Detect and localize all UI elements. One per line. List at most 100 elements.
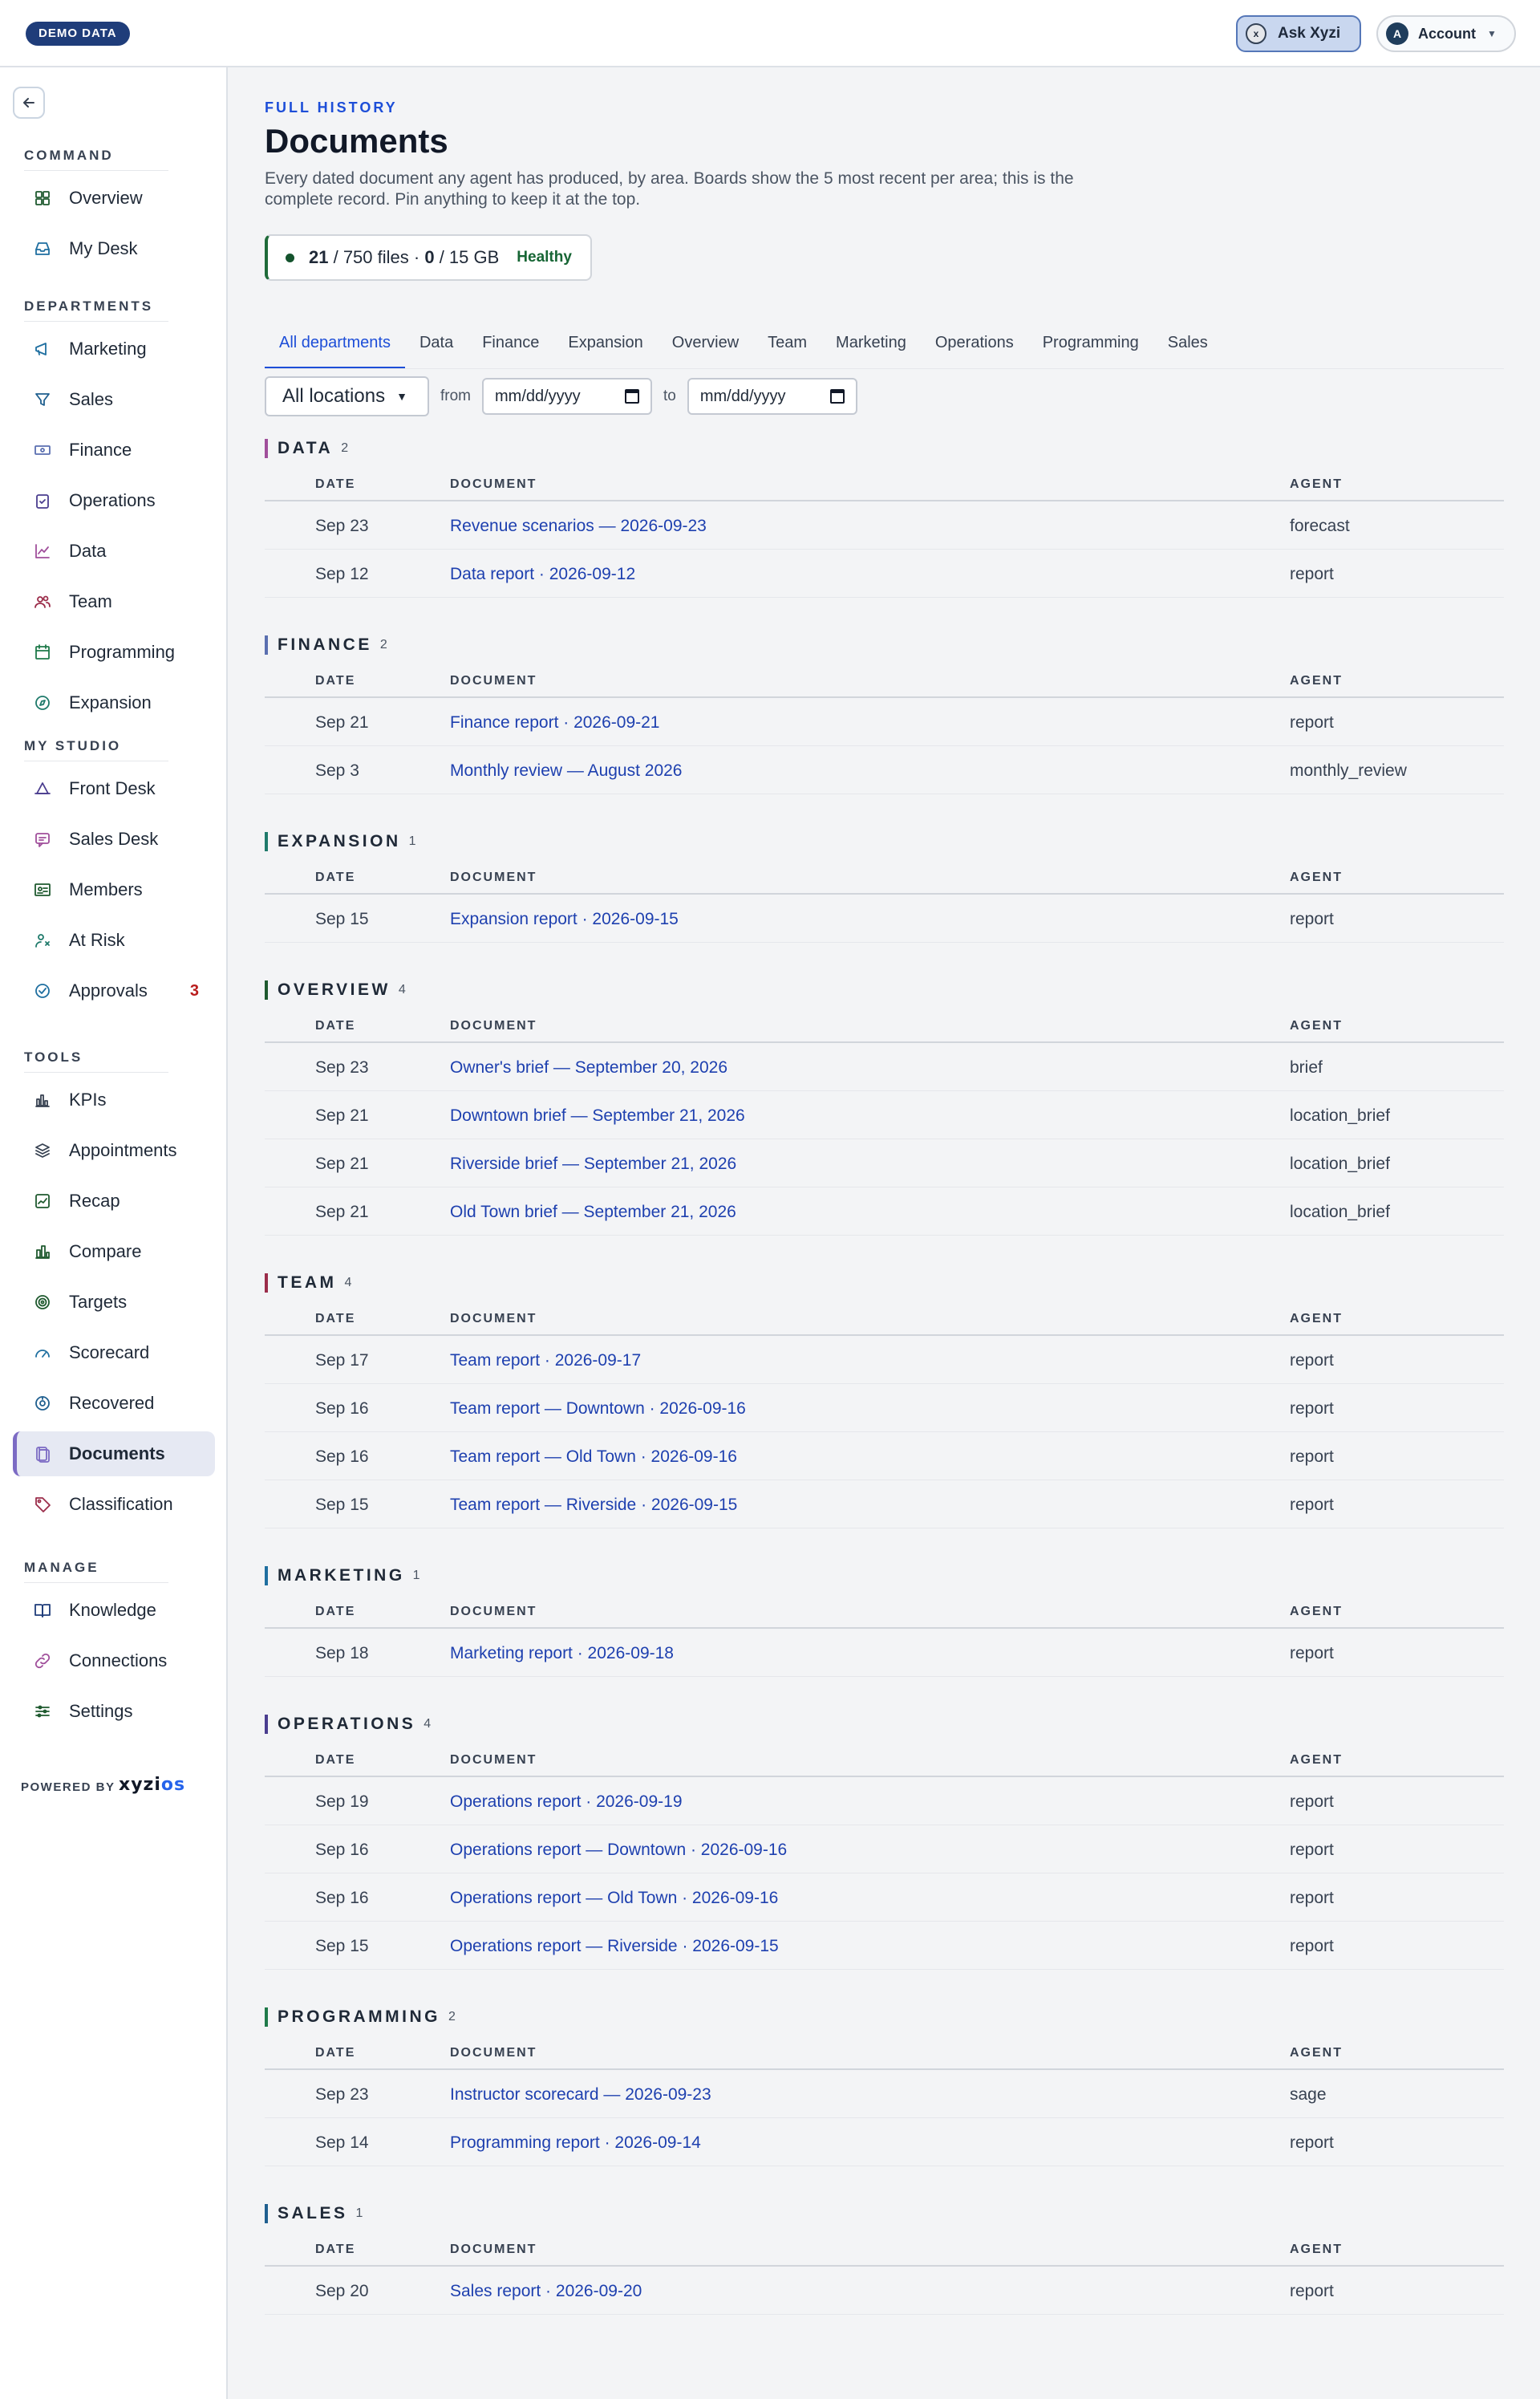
document-link[interactable]: Monthly review — August 2026 xyxy=(450,761,683,781)
sidebar-item-connections[interactable]: Connections xyxy=(13,1638,215,1683)
group-title: SALES xyxy=(278,2204,348,2222)
table-header: DATE DOCUMENT AGENT xyxy=(265,1587,1504,1629)
calendar-icon[interactable] xyxy=(625,389,639,404)
sidebar-item-team[interactable]: Team xyxy=(13,579,215,624)
table-row: Sep 21 Finance report · 2026-09-21 report xyxy=(265,698,1504,746)
group-count: 2 xyxy=(448,2010,456,2024)
sidebar-item-compare[interactable]: Compare xyxy=(13,1229,215,1274)
table-row: Sep 16 Team report — Old Town · 2026-09-1… xyxy=(265,1432,1504,1480)
tab-team[interactable]: Team xyxy=(753,321,821,369)
sidebar-item-appointments[interactable]: Appointments xyxy=(13,1128,215,1173)
sidebar-item-settings[interactable]: Settings xyxy=(13,1689,215,1734)
document-link[interactable]: Old Town brief — September 21, 2026 xyxy=(450,1203,736,1222)
tab-finance[interactable]: Finance xyxy=(468,321,553,369)
book-icon xyxy=(34,1604,51,1618)
document-link[interactable]: Expansion report · 2026-09-15 xyxy=(450,910,679,929)
document-link[interactable]: Data report · 2026-09-12 xyxy=(450,565,635,584)
from-date-input[interactable]: mm/dd/yyyy xyxy=(482,378,652,415)
table-header: DATE DOCUMENT AGENT xyxy=(265,460,1504,501)
document-link[interactable]: Owner's brief — September 20, 2026 xyxy=(450,1058,727,1078)
sidebar: POWERED BY xyzios COMMAND Overview My Desk… xyxy=(0,67,228,2399)
tab-all-departments[interactable]: All departments xyxy=(265,321,405,369)
column-header-date: DATE xyxy=(315,674,356,688)
table-row: Sep 21 Old Town brief — September 21, 202… xyxy=(265,1187,1504,1236)
sidebar-item-programming[interactable]: Programming xyxy=(13,630,215,675)
sidebar-item-approvals[interactable]: Approvals 3 xyxy=(13,968,215,1013)
sidebar-item-overview[interactable]: Overview xyxy=(13,176,215,221)
sidebar-item-data[interactable]: Data xyxy=(13,529,215,574)
document-link[interactable]: Team report — Riverside · 2026-09-15 xyxy=(450,1496,737,1515)
collapse-sidebar-button[interactable] xyxy=(13,87,45,119)
table-row: Sep 23 Owner's brief — September 20, 2026… xyxy=(265,1043,1504,1091)
tab-sales[interactable]: Sales xyxy=(1153,321,1222,369)
tab-overview[interactable]: Overview xyxy=(658,321,753,369)
group-header: TEAM 4 xyxy=(265,1272,1504,1294)
group-title: PROGRAMMING xyxy=(278,2007,440,2026)
location-select[interactable]: All locations ▼ xyxy=(265,376,429,416)
id-card-icon xyxy=(34,883,51,896)
tab-expansion[interactable]: Expansion xyxy=(553,321,657,369)
tab-data[interactable]: Data xyxy=(405,321,468,369)
to-date-input[interactable]: mm/dd/yyyy xyxy=(687,378,857,415)
document-link[interactable]: Downtown brief — September 21, 2026 xyxy=(450,1106,745,1126)
account-menu-button[interactable]: A Account ▼ xyxy=(1376,15,1516,52)
sidebar-item-at-risk[interactable]: At Risk xyxy=(13,918,215,963)
banknote-icon xyxy=(34,445,51,455)
column-header-date: DATE xyxy=(315,2243,356,2256)
document-link[interactable]: Operations report · 2026-09-19 xyxy=(450,1792,683,1812)
document-link[interactable]: Operations report — Downtown · 2026-09-1… xyxy=(450,1841,787,1860)
sidebar-item-classification[interactable]: Classification xyxy=(13,1482,215,1527)
group-color-bar xyxy=(265,2007,268,2027)
sidebar-item-operations[interactable]: Operations xyxy=(13,478,215,523)
table-row: Sep 15 Team report — Riverside · 2026-09-… xyxy=(265,1480,1504,1528)
sidebar-item-kpis[interactable]: KPIs xyxy=(13,1078,215,1122)
sidebar-item-my-desk[interactable]: My Desk xyxy=(13,226,215,271)
tab-operations[interactable]: Operations xyxy=(921,321,1028,369)
demo-data-badge: DEMO DATA xyxy=(26,22,130,46)
sidebar-item-finance[interactable]: Finance xyxy=(13,428,215,473)
tag-icon xyxy=(35,1497,51,1512)
sidebar-item-label: Targets xyxy=(69,1292,128,1312)
document-link[interactable]: Marketing report · 2026-09-18 xyxy=(450,1644,674,1663)
tab-programming[interactable]: Programming xyxy=(1028,321,1153,369)
sidebar-item-targets[interactable]: Targets xyxy=(13,1280,215,1325)
sidebar-item-recap[interactable]: Recap xyxy=(13,1179,215,1224)
document-link[interactable]: Operations report — Old Town · 2026-09-1… xyxy=(450,1889,778,1908)
table-row: Sep 23 Revenue scenarios — 2026-09-23 fore… xyxy=(265,501,1504,550)
group-operations: OPERATIONS 4 DATE DOCUMENT AGENT Sep 19 Operat… xyxy=(265,1713,1504,1970)
sidebar-item-label: Approvals xyxy=(69,980,148,1001)
calendar-icon[interactable] xyxy=(829,389,845,404)
group-header: SALES 1 xyxy=(265,2202,1504,2225)
document-link[interactable]: Operations report — Riverside · 2026-09-… xyxy=(450,1937,779,1956)
sidebar-item-front-desk[interactable]: Front Desk xyxy=(13,766,215,811)
sidebar-item-scorecard[interactable]: Scorecard xyxy=(13,1330,215,1375)
sidebar-item-label: Programming xyxy=(69,642,176,662)
document-link[interactable]: Programming report · 2026-09-14 xyxy=(450,2133,701,2153)
tab-marketing[interactable]: Marketing xyxy=(821,321,921,369)
group-count: 1 xyxy=(412,1569,420,1582)
sidebar-item-marketing[interactable]: Marketing xyxy=(13,327,215,371)
sidebar-item-documents[interactable]: Documents xyxy=(13,1431,215,1476)
document-link[interactable]: Sales report · 2026-09-20 xyxy=(450,2282,642,2301)
arrow-left-icon xyxy=(23,98,34,108)
column-header-document: DOCUMENT xyxy=(450,1019,537,1033)
group-title: DATA xyxy=(278,439,334,457)
sidebar-item-sales-desk[interactable]: Sales Desk xyxy=(13,817,215,862)
sidebar-item-recovered[interactable]: Recovered xyxy=(13,1381,215,1426)
document-link[interactable]: Team report — Old Town · 2026-09-16 xyxy=(450,1447,737,1467)
document-link[interactable]: Revenue scenarios — 2026-09-23 xyxy=(450,517,707,536)
sidebar-item-expansion[interactable]: Expansion xyxy=(13,680,215,725)
document-link[interactable]: Instructor scorecard — 2026-09-23 xyxy=(450,2085,711,2105)
sidebar-item-members[interactable]: Members xyxy=(13,867,215,912)
document-link[interactable]: Team report · 2026-09-17 xyxy=(450,1351,641,1370)
document-link[interactable]: Riverside brief — September 21, 2026 xyxy=(450,1155,736,1174)
column-header-date: DATE xyxy=(315,1753,356,1767)
sidebar-item-label: Expansion xyxy=(69,692,152,712)
sidebar-item-knowledge[interactable]: Knowledge xyxy=(13,1588,215,1633)
sidebar-item-sales[interactable]: Sales xyxy=(13,377,215,422)
ask-xyzi-button[interactable]: x Ask Xyzi xyxy=(1236,15,1361,52)
document-link[interactable]: Finance report · 2026-09-21 xyxy=(450,713,660,733)
group-programming: PROGRAMMING 2 DATE DOCUMENT AGENT Sep 23 Instr… xyxy=(265,2006,1504,2166)
group-header: OVERVIEW 4 xyxy=(265,979,1504,1001)
document-link[interactable]: Team report — Downtown · 2026-09-16 xyxy=(450,1399,746,1419)
